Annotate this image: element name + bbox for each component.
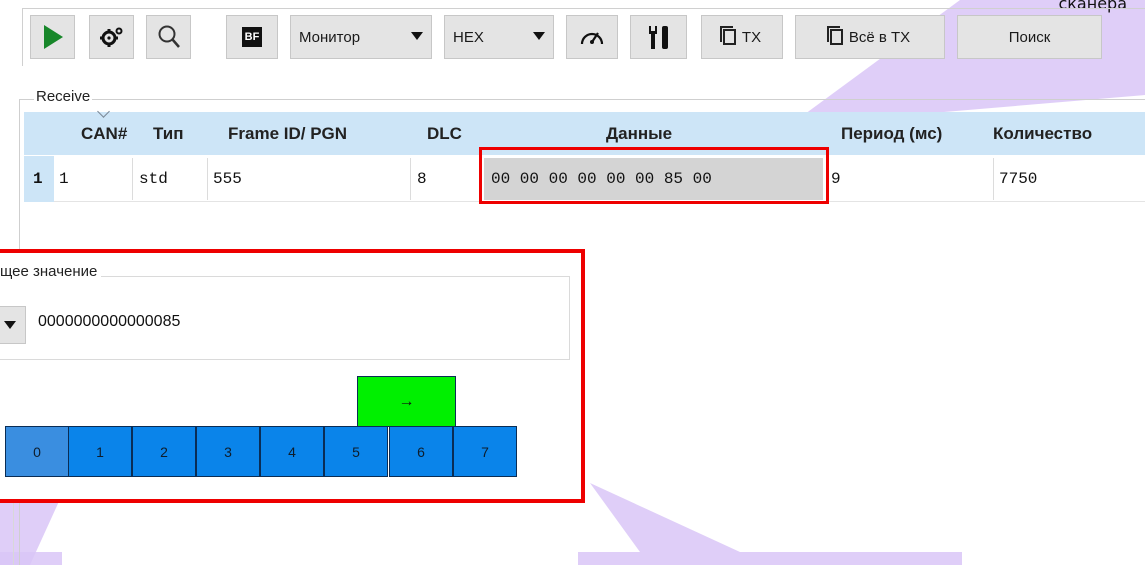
column-header-dlc[interactable]: DLC [427, 112, 462, 155]
magnifier-icon [158, 25, 180, 48]
search-button[interactable]: Поиск [957, 15, 1102, 59]
cell-divider [132, 158, 133, 200]
chevron-down-icon [533, 32, 545, 40]
cell-period: 9 [831, 170, 841, 188]
column-header-count[interactable]: Количество [993, 112, 1092, 155]
search-button-label: Поиск [1008, 28, 1051, 46]
row-number: 1 [33, 170, 43, 188]
copy-icon [719, 26, 736, 45]
play-icon [43, 25, 63, 49]
search-scan-button[interactable] [146, 15, 191, 59]
gauge-icon [580, 32, 604, 45]
settings-button[interactable] [89, 15, 134, 59]
cell-dlc: 8 [417, 170, 427, 188]
cell-can: 1 [59, 170, 69, 188]
column-header-frame-id[interactable]: Frame ID/ PGN [228, 112, 347, 155]
cell-frame-id: 555 [213, 170, 242, 188]
cell-divider [410, 158, 411, 200]
format-select[interactable]: HEX [444, 15, 554, 59]
cell-type: std [139, 170, 168, 188]
copy-all-to-tx-label: Всё в TX [848, 28, 911, 46]
copy-to-tx-label: TX [741, 28, 762, 46]
cell-divider [993, 158, 994, 200]
start-button[interactable] [30, 15, 75, 59]
mode-select-value: Монитор [299, 28, 361, 46]
receive-group-label: Receive [34, 88, 93, 105]
tools-icon [648, 26, 668, 49]
bf-button[interactable]: BF [226, 15, 278, 59]
data-highlight-frame [479, 147, 829, 204]
copy-all-to-tx-button[interactable]: Всё в TX [795, 15, 945, 59]
tools-button[interactable] [630, 15, 687, 59]
chevron-down-icon [411, 32, 423, 40]
copy-to-tx-button[interactable]: TX [701, 15, 783, 59]
left-scroll-strip[interactable] [0, 503, 14, 565]
cell-count: 7750 [999, 170, 1038, 188]
gear-icon [99, 27, 122, 47]
format-select-value: HEX [453, 28, 484, 46]
bf-icon: BF [242, 27, 262, 47]
column-header-type[interactable]: Тип [153, 112, 183, 155]
mode-select[interactable]: Монитор [290, 15, 432, 59]
column-header-period[interactable]: Период (мс) [841, 112, 942, 155]
speed-button[interactable] [566, 15, 618, 59]
column-header-can[interactable]: CAN# [81, 112, 127, 155]
value-panel-highlight-frame [0, 249, 585, 503]
copy-icon [826, 26, 843, 45]
cell-divider [207, 158, 208, 200]
